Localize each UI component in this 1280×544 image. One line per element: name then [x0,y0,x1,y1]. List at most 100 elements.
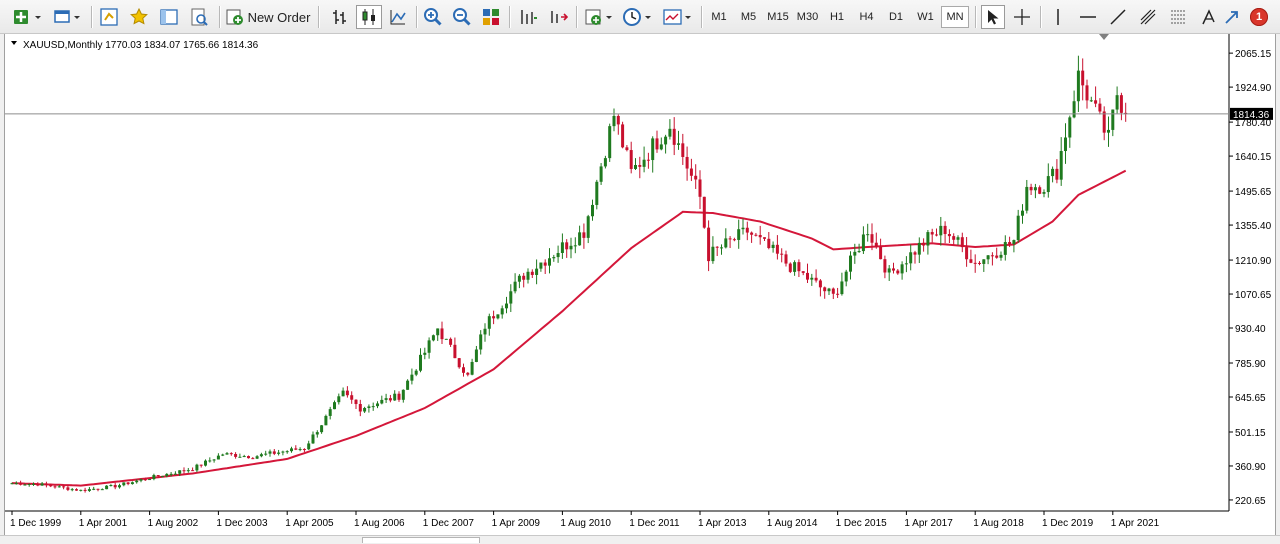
strategy-tester-button[interactable] [186,5,212,29]
x-tick-label: 1 Dec 2019 [1042,518,1094,529]
x-tick-label: 1 Apr 2009 [492,518,541,529]
bull-candle [1003,235,1007,261]
bear-candle [182,467,186,474]
bear-candle [707,220,711,272]
bull-candle [204,459,207,467]
timeframe-m1[interactable]: M1 [705,6,733,28]
bear-candle [616,114,620,135]
bull-candle [866,223,870,242]
bear-candle [1029,183,1033,196]
timeframe-mn[interactable]: MN [941,6,969,28]
bull-candle [281,450,285,456]
bull-candle [1012,239,1016,253]
vertical-line-icon [1057,9,1059,25]
x-tick-label: 1 Dec 1999 [10,518,62,529]
horizontal-line-tool-button[interactable] [1076,5,1100,29]
bull-candle [70,487,74,492]
bear-candle [191,467,195,472]
market-watch-button[interactable] [96,5,122,29]
bear-candle [75,488,78,491]
chart-tab[interactable] [362,537,480,543]
bull-candle [376,401,379,409]
favorites-button[interactable] [126,5,152,29]
bear-candle [969,249,973,264]
bull-candle [926,230,930,255]
bull-candle [642,146,646,173]
bull-candle [909,244,913,271]
profiles-button[interactable] [50,5,84,29]
timeframe-m30[interactable]: M30 [794,6,822,28]
x-tick-label: 1 Aug 2018 [973,518,1024,529]
chart-window[interactable]: 2065.15 1924.90 1780.40 1640.15 1495.65 1355.… [4,34,1276,543]
cursor-tool-button[interactable] [981,5,1005,29]
y-tick-label: 1210.90 [1235,256,1272,267]
line-chart-button[interactable] [385,5,411,29]
bull-candle [1059,137,1063,186]
x-tick-label: 1 Apr 2005 [285,518,334,529]
fibonacci-tool-button[interactable] [1166,5,1190,29]
bear-candle [788,262,792,274]
bear-candle [1102,106,1106,141]
bear-candle [234,452,238,459]
arrow-tool-button[interactable] [1220,5,1244,29]
bear-candle [53,485,57,489]
bull-candle [87,487,91,492]
bear-candle [530,269,534,279]
tile-windows-icon [483,9,499,25]
timeframe-d1[interactable]: D1 [882,6,910,28]
bear-candle [913,250,917,264]
chart-shift-button[interactable] [545,5,571,29]
bull-candle [612,108,616,132]
notification-badge[interactable]: 1 [1250,8,1268,26]
price-chart[interactable]: 2065.151924.901780.401640.151495.651355.… [5,34,1275,535]
timeframe-w1[interactable]: W1 [912,6,940,28]
bull-candle [573,237,577,254]
bull-candle [505,296,508,314]
navigator-button[interactable] [156,5,182,29]
timeframe-m15[interactable]: M15 [764,6,792,28]
bar-chart-button[interactable] [327,5,353,29]
zoom-out-button[interactable] [449,5,475,29]
bear-candle [543,259,547,275]
periods-button[interactable] [619,5,655,29]
bear-candle [775,235,779,260]
new-chart-button[interactable] [8,5,44,29]
tile-windows-button[interactable] [478,5,504,29]
templates-button[interactable] [659,5,695,29]
moving-average-line [11,169,1127,487]
bull-candle [290,446,293,453]
auto-scroll-button[interactable] [515,5,541,29]
bull-candle [298,447,302,452]
bear-candle [685,146,689,181]
text-tool-button[interactable] [1196,5,1220,29]
profiles-icon [54,10,80,23]
toolbar-separator [318,6,319,28]
bull-candle [827,287,831,296]
zoom-in-button[interactable] [420,5,446,29]
x-tick-label: 1 Dec 2015 [836,518,888,529]
bear-candle [935,228,938,237]
bull-candle [212,459,216,463]
templates-icon [663,9,691,25]
timeframe-m5[interactable]: M5 [735,6,763,28]
bear-candle [19,480,23,486]
auto-scroll-icon [521,10,537,24]
bull-candle [608,123,612,162]
indicators-button[interactable] [582,5,616,29]
bear-candle [943,221,947,244]
timeframe-h1[interactable]: H1 [823,6,851,28]
timeframe-h4[interactable]: H4 [853,6,881,28]
bull-candle [225,451,229,455]
bull-candle [982,259,986,272]
bull-candle [27,483,31,487]
bull-candle [419,348,422,373]
chart-header-toggle-icon[interactable] [11,41,17,45]
bull-candle [470,358,474,376]
candlestick-icon [362,9,375,25]
candlestick-chart-button[interactable] [356,5,382,29]
equidistant-channel-tool-button[interactable] [1136,5,1160,29]
crosshair-tool-button[interactable] [1010,5,1034,29]
vertical-line-tool-button[interactable] [1046,5,1070,29]
trendline-tool-button[interactable] [1106,5,1130,29]
new-order-button[interactable]: New Order [225,5,311,29]
